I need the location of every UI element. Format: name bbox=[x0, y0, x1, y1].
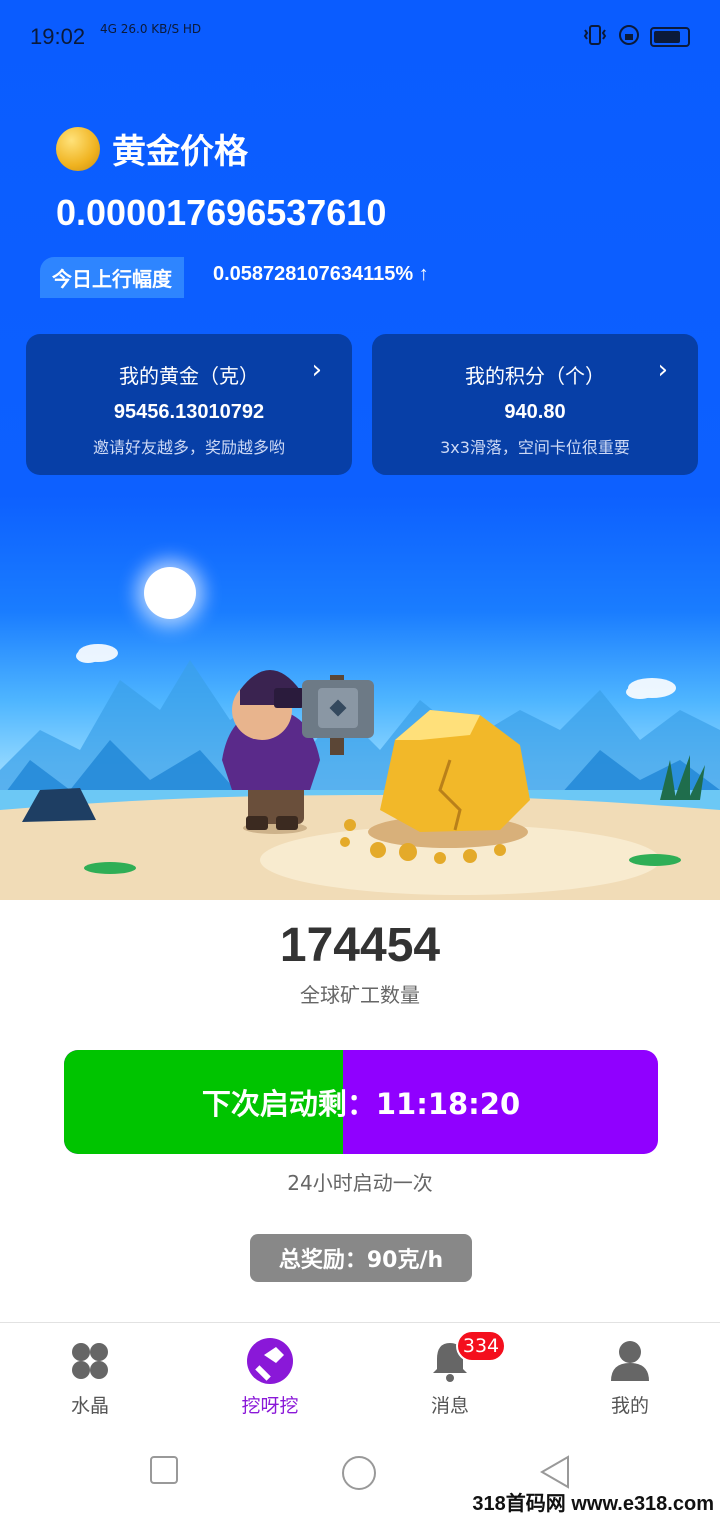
gold-price-title: 黄金价格 bbox=[56, 124, 248, 173]
chevron-right-icon: › bbox=[657, 355, 668, 385]
pickaxe-icon bbox=[246, 1337, 294, 1385]
system-nav-bar: 318首码网 www.e318.com bbox=[0, 1430, 720, 1520]
my-points-card[interactable]: 我的积分（个） 940.80 3x3滑落，空间卡位很重要 › bbox=[372, 334, 698, 475]
chevron-right-icon: › bbox=[311, 355, 322, 385]
network-indicator: 4G 26.0 KB/S HD bbox=[100, 22, 201, 36]
hd-indicator: HD bbox=[182, 22, 202, 36]
recent-apps-button[interactable] bbox=[148, 1454, 180, 1490]
mining-header: 19:02 4G 26.0 KB/S HD 黄金价格 0.00001769653… bbox=[0, 0, 720, 900]
my-points-value: 940.80 bbox=[504, 401, 566, 423]
daily-rise-label: 今日上行幅度 bbox=[40, 257, 184, 298]
global-miners: 174454 全球矿工数量 bbox=[0, 918, 720, 1008]
start-mining-button[interactable]: 下次启动剩：11:18:20 bbox=[64, 1050, 658, 1154]
cloud-right bbox=[626, 678, 676, 699]
message-count-badge: 334 bbox=[456, 1330, 506, 1362]
watermark: 318首码网 www.e318.com bbox=[472, 1493, 714, 1515]
my-gold-title: 我的黄金（克） bbox=[119, 364, 259, 388]
battery-icon bbox=[650, 27, 690, 47]
network-speed: 26.0 KB/S bbox=[120, 22, 180, 36]
tab-dig[interactable]: 挖呀挖 bbox=[210, 1337, 330, 1418]
status-icons bbox=[582, 24, 690, 50]
global-miners-count: 174454 bbox=[279, 919, 441, 972]
clover-icon bbox=[66, 1337, 114, 1385]
my-gold-value: 95456.13010792 bbox=[113, 401, 265, 423]
status-time: 19:02 bbox=[30, 24, 86, 49]
network-type: 4G bbox=[100, 22, 117, 36]
tab-mine-label: 我的 bbox=[610, 1395, 649, 1417]
status-bar: 19:02 4G 26.0 KB/S HD bbox=[0, 0, 720, 72]
tab-crystal[interactable]: 水晶 bbox=[30, 1337, 150, 1418]
global-miners-label: 全球矿工数量 bbox=[300, 983, 420, 1007]
start-countdown-label: 下次启动剩：11:18:20 bbox=[201, 1087, 521, 1121]
my-points-title: 我的积分（个） bbox=[465, 364, 605, 388]
start-note: 24小时启动一次 bbox=[287, 1171, 433, 1195]
my-gold-card[interactable]: 我的黄金（克） 95456.13010792 邀请好友越多，奖励越多哟 › bbox=[26, 334, 352, 475]
vibrate-icon bbox=[582, 24, 608, 50]
gold-nugget-icon bbox=[56, 126, 100, 171]
arrow-up-icon: ↑ bbox=[418, 263, 429, 285]
rotation-lock-icon bbox=[618, 24, 640, 50]
my-gold-subtitle: 邀请好友越多，奖励越多哟 bbox=[92, 438, 285, 457]
bottom-tab-bar: 水晶 挖呀挖 消息 我的 bbox=[0, 1322, 720, 1422]
total-reward-badge: 总奖励：90克/h bbox=[250, 1234, 472, 1282]
my-points-subtitle: 3x3滑落，空间卡位很重要 bbox=[440, 438, 630, 457]
tab-crystal-label: 水晶 bbox=[70, 1395, 109, 1417]
daily-rise-percent: 0.058728107634115% bbox=[213, 263, 414, 285]
gold-price-value: 0.000017696537610 bbox=[56, 192, 387, 233]
gold-price-label: 黄金价格 bbox=[112, 132, 248, 172]
user-icon bbox=[606, 1337, 654, 1385]
daily-rise-value: 0.058728107634115% ↑ bbox=[213, 263, 429, 286]
tab-mine[interactable]: 我的 bbox=[570, 1337, 690, 1418]
mining-scene-illustration bbox=[0, 644, 720, 900]
tab-messages-label: 消息 bbox=[430, 1395, 469, 1417]
cloud-left bbox=[76, 644, 118, 663]
home-button[interactable] bbox=[340, 1454, 378, 1496]
tab-dig-label: 挖呀挖 bbox=[241, 1395, 299, 1417]
